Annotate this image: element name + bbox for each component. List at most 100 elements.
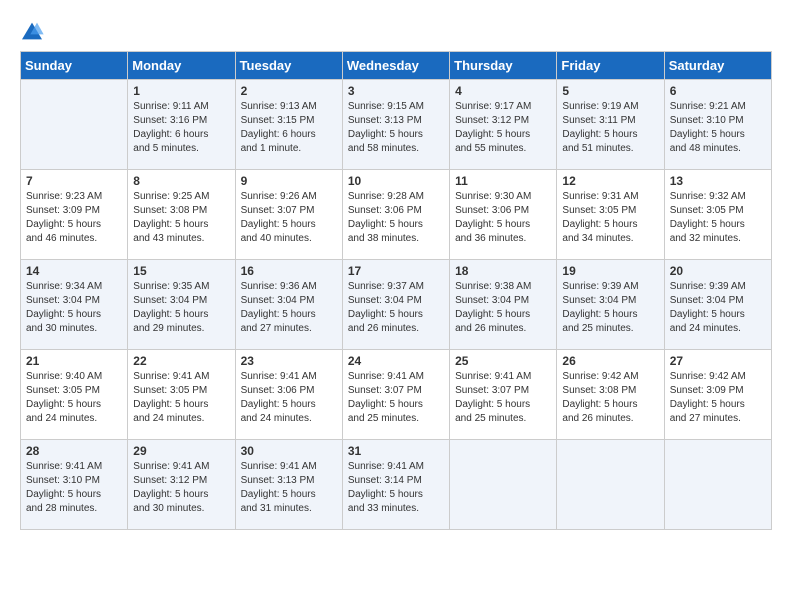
day-cell: 18 Sunrise: 9:38 AM Sunset: 3:04 PM Dayli… <box>450 260 557 350</box>
day-cell: 6 Sunrise: 9:21 AM Sunset: 3:10 PM Daylig… <box>664 80 771 170</box>
day-info: Sunrise: 9:17 AM Sunset: 3:12 PM Dayligh… <box>455 100 551 156</box>
day-cell: 17Sunrise: 9:37 AM Sunset: 3:04 PM Dayli… <box>342 260 449 350</box>
week-row-1: 1 Sunrise: 9:11 AM Sunset: 3:16 PM Daylig… <box>21 80 772 170</box>
day-info: Sunrise: 9:11 AM Sunset: 3:16 PM Dayligh… <box>133 100 229 156</box>
col-header-monday: Monday <box>128 52 235 80</box>
day-number: 28 <box>26 444 122 458</box>
day-info: Sunrise: 9:21 AM Sunset: 3:10 PM Dayligh… <box>670 100 766 156</box>
day-info: Sunrise: 9:28 AM Sunset: 3:06 PM Dayligh… <box>348 190 444 246</box>
day-number: 22 <box>133 354 229 368</box>
day-number: 10 <box>348 174 444 188</box>
day-info: Sunrise: 9:31 AM Sunset: 3:05 PM Dayligh… <box>562 190 658 246</box>
day-number: 24 <box>348 354 444 368</box>
col-header-thursday: Thursday <box>450 52 557 80</box>
day-info: Sunrise: 9:41 AM Sunset: 3:12 PM Dayligh… <box>133 460 229 516</box>
day-cell: 13 Sunrise: 9:32 AM Sunset: 3:05 PM Dayli… <box>664 170 771 260</box>
day-number: 19 <box>562 264 658 278</box>
day-info: Sunrise: 9:41 AM Sunset: 3:07 PM Dayligh… <box>455 370 551 426</box>
day-number: 15 <box>133 264 229 278</box>
day-cell: 8 Sunrise: 9:25 AM Sunset: 3:08 PM Daylig… <box>128 170 235 260</box>
day-cell: 30Sunrise: 9:41 AM Sunset: 3:13 PM Dayli… <box>235 440 342 530</box>
day-number: 12 <box>562 174 658 188</box>
col-header-saturday: Saturday <box>664 52 771 80</box>
col-header-tuesday: Tuesday <box>235 52 342 80</box>
day-cell: 1 Sunrise: 9:11 AM Sunset: 3:16 PM Daylig… <box>128 80 235 170</box>
day-number: 5 <box>562 84 658 98</box>
col-header-friday: Friday <box>557 52 664 80</box>
day-info: Sunrise: 9:30 AM Sunset: 3:06 PM Dayligh… <box>455 190 551 246</box>
day-cell: 19Sunrise: 9:39 AM Sunset: 3:04 PM Dayli… <box>557 260 664 350</box>
day-cell: 21Sunrise: 9:40 AM Sunset: 3:05 PM Dayli… <box>21 350 128 440</box>
day-info: Sunrise: 9:38 AM Sunset: 3:04 PM Dayligh… <box>455 280 551 336</box>
day-number: 17 <box>348 264 444 278</box>
day-number: 13 <box>670 174 766 188</box>
header-row: SundayMondayTuesdayWednesdayThursdayFrid… <box>21 52 772 80</box>
day-cell: 25 Sunrise: 9:41 AM Sunset: 3:07 PM Dayli… <box>450 350 557 440</box>
day-info: Sunrise: 9:42 AM Sunset: 3:08 PM Dayligh… <box>562 370 658 426</box>
day-number: 3 <box>348 84 444 98</box>
day-cell: 7Sunrise: 9:23 AM Sunset: 3:09 PM Daylig… <box>21 170 128 260</box>
header <box>20 20 772 41</box>
day-number: 30 <box>241 444 337 458</box>
day-info: Sunrise: 9:41 AM Sunset: 3:07 PM Dayligh… <box>348 370 444 426</box>
day-info: Sunrise: 9:25 AM Sunset: 3:08 PM Dayligh… <box>133 190 229 246</box>
day-info: Sunrise: 9:41 AM Sunset: 3:10 PM Dayligh… <box>26 460 122 516</box>
col-header-sunday: Sunday <box>21 52 128 80</box>
day-cell: 11 Sunrise: 9:30 AM Sunset: 3:06 PM Dayli… <box>450 170 557 260</box>
day-info: Sunrise: 9:13 AM Sunset: 3:15 PM Dayligh… <box>241 100 337 156</box>
day-cell: 9Sunrise: 9:26 AM Sunset: 3:07 PM Daylig… <box>235 170 342 260</box>
day-number: 1 <box>133 84 229 98</box>
day-cell: 31Sunrise: 9:41 AM Sunset: 3:14 PM Dayli… <box>342 440 449 530</box>
day-cell: 12 Sunrise: 9:31 AM Sunset: 3:05 PM Dayli… <box>557 170 664 260</box>
day-info: Sunrise: 9:26 AM Sunset: 3:07 PM Dayligh… <box>241 190 337 246</box>
day-cell <box>450 440 557 530</box>
logo <box>20 20 48 41</box>
day-number: 14 <box>26 264 122 278</box>
day-number: 23 <box>241 354 337 368</box>
day-number: 26 <box>562 354 658 368</box>
day-info: Sunrise: 9:34 AM Sunset: 3:04 PM Dayligh… <box>26 280 122 336</box>
day-cell: 29Sunrise: 9:41 AM Sunset: 3:12 PM Dayli… <box>128 440 235 530</box>
day-number: 8 <box>133 174 229 188</box>
day-cell <box>664 440 771 530</box>
day-cell <box>557 440 664 530</box>
day-number: 25 <box>455 354 551 368</box>
day-info: Sunrise: 9:42 AM Sunset: 3:09 PM Dayligh… <box>670 370 766 426</box>
week-row-2: 7Sunrise: 9:23 AM Sunset: 3:09 PM Daylig… <box>21 170 772 260</box>
day-info: Sunrise: 9:19 AM Sunset: 3:11 PM Dayligh… <box>562 100 658 156</box>
day-number: 16 <box>241 264 337 278</box>
day-cell: 24 Sunrise: 9:41 AM Sunset: 3:07 PM Dayli… <box>342 350 449 440</box>
day-info: Sunrise: 9:39 AM Sunset: 3:04 PM Dayligh… <box>670 280 766 336</box>
calendar-table: SundayMondayTuesdayWednesdayThursdayFrid… <box>20 51 772 530</box>
day-number: 4 <box>455 84 551 98</box>
day-number: 18 <box>455 264 551 278</box>
day-cell: 14 Sunrise: 9:34 AM Sunset: 3:04 PM Dayli… <box>21 260 128 350</box>
day-info: Sunrise: 9:41 AM Sunset: 3:05 PM Dayligh… <box>133 370 229 426</box>
logo-icon <box>20 21 44 41</box>
day-info: Sunrise: 9:36 AM Sunset: 3:04 PM Dayligh… <box>241 280 337 336</box>
day-info: Sunrise: 9:32 AM Sunset: 3:05 PM Dayligh… <box>670 190 766 246</box>
day-number: 27 <box>670 354 766 368</box>
day-cell: 4 Sunrise: 9:17 AM Sunset: 3:12 PM Daylig… <box>450 80 557 170</box>
day-cell: 28 Sunrise: 9:41 AM Sunset: 3:10 PM Dayli… <box>21 440 128 530</box>
day-number: 20 <box>670 264 766 278</box>
day-info: Sunrise: 9:41 AM Sunset: 3:06 PM Dayligh… <box>241 370 337 426</box>
week-row-3: 14 Sunrise: 9:34 AM Sunset: 3:04 PM Dayli… <box>21 260 772 350</box>
day-cell: 20 Sunrise: 9:39 AM Sunset: 3:04 PM Dayli… <box>664 260 771 350</box>
col-header-wednesday: Wednesday <box>342 52 449 80</box>
day-number: 31 <box>348 444 444 458</box>
week-row-5: 28 Sunrise: 9:41 AM Sunset: 3:10 PM Dayli… <box>21 440 772 530</box>
day-number: 6 <box>670 84 766 98</box>
day-info: Sunrise: 9:23 AM Sunset: 3:09 PM Dayligh… <box>26 190 122 246</box>
day-number: 11 <box>455 174 551 188</box>
day-number: 2 <box>241 84 337 98</box>
day-cell: 16 Sunrise: 9:36 AM Sunset: 3:04 PM Dayli… <box>235 260 342 350</box>
day-cell: 22 Sunrise: 9:41 AM Sunset: 3:05 PM Dayli… <box>128 350 235 440</box>
day-cell: 26 Sunrise: 9:42 AM Sunset: 3:08 PM Dayli… <box>557 350 664 440</box>
day-info: Sunrise: 9:40 AM Sunset: 3:05 PM Dayligh… <box>26 370 122 426</box>
day-cell: 27 Sunrise: 9:42 AM Sunset: 3:09 PM Dayli… <box>664 350 771 440</box>
day-cell: 5 Sunrise: 9:19 AM Sunset: 3:11 PM Daylig… <box>557 80 664 170</box>
week-row-4: 21Sunrise: 9:40 AM Sunset: 3:05 PM Dayli… <box>21 350 772 440</box>
day-info: Sunrise: 9:35 AM Sunset: 3:04 PM Dayligh… <box>133 280 229 336</box>
day-cell: 23 Sunrise: 9:41 AM Sunset: 3:06 PM Dayli… <box>235 350 342 440</box>
